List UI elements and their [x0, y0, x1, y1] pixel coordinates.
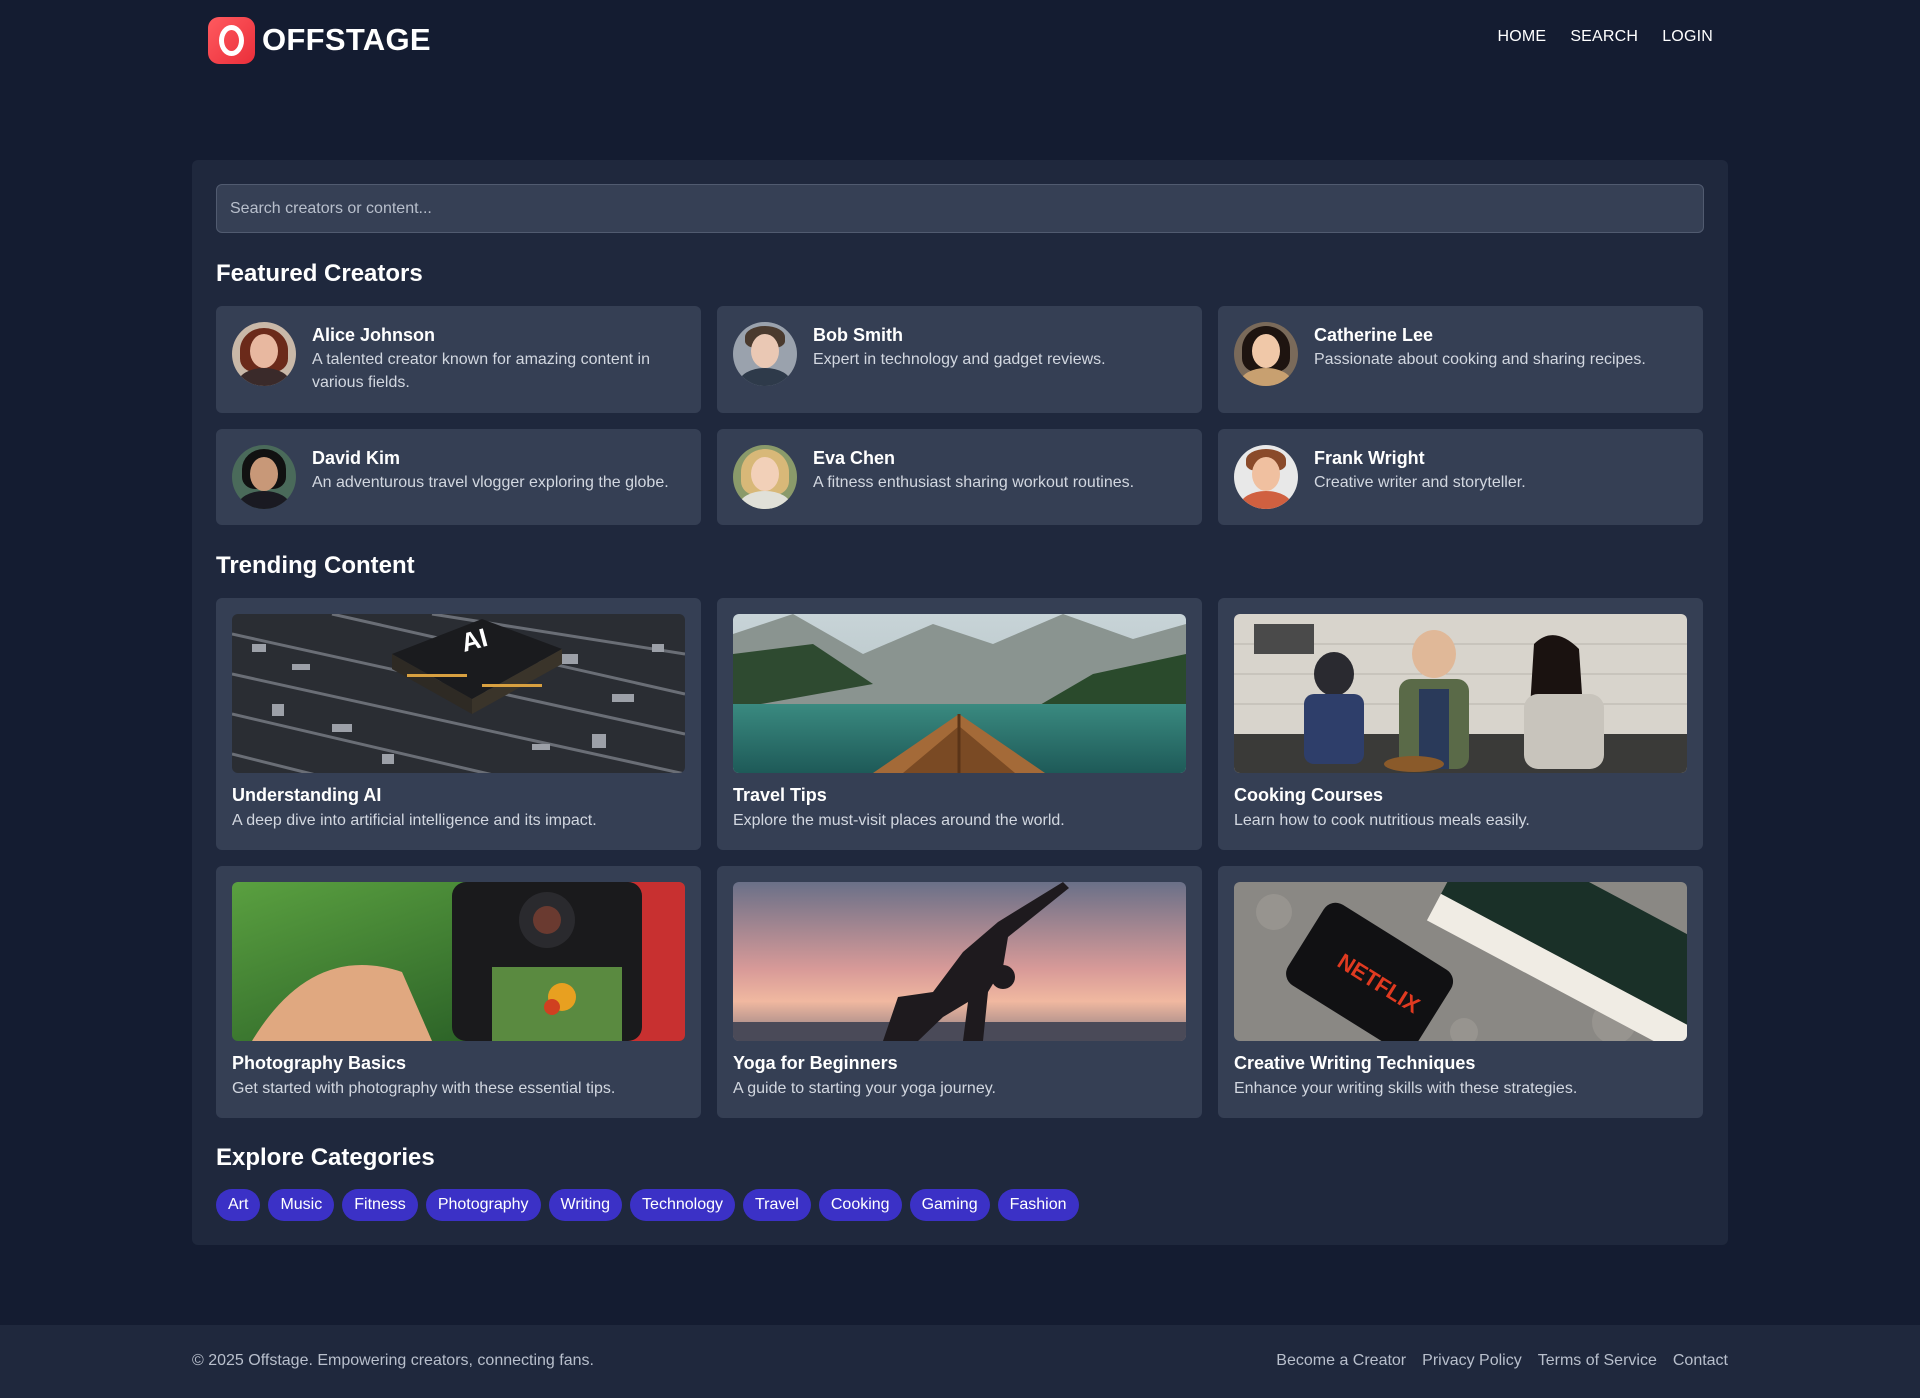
creator-bio: Expert in technology and gadget reviews. [813, 351, 1106, 368]
category-tag-fitness[interactable]: Fitness [342, 1189, 418, 1221]
nav-home[interactable]: HOME [1498, 28, 1547, 46]
creator-card[interactable]: Catherine Lee Passionate about cooking a… [1218, 306, 1703, 413]
content-desc: Enhance your writing skills with these s… [1234, 1080, 1578, 1097]
footer-link-privacy[interactable]: Privacy Policy [1422, 1352, 1522, 1370]
creator-bio: A fitness enthusiast sharing workout rou… [813, 474, 1135, 491]
avatar [1234, 322, 1298, 386]
content-card[interactable]: AI Understanding AI A deep dive into art… [216, 598, 701, 850]
avatar [733, 322, 797, 386]
logo-mark-icon [208, 16, 255, 64]
creator-name[interactable]: David Kim [312, 448, 685, 469]
creator-name[interactable]: Bob Smith [813, 325, 1186, 346]
category-tag-technology[interactable]: Technology [630, 1189, 735, 1221]
content-desc: A guide to starting your yoga journey. [733, 1080, 996, 1097]
creator-bio: Passionate about cooking and sharing rec… [1314, 351, 1646, 368]
avatar [733, 445, 797, 509]
creator-card[interactable]: David Kim An adventurous travel vlogger … [216, 429, 701, 525]
footer-links: Become a Creator Privacy Policy Terms of… [1276, 1352, 1728, 1370]
avatar [1234, 445, 1298, 509]
nav-login[interactable]: LOGIN [1662, 28, 1713, 46]
content-title[interactable]: Photography Basics [232, 1053, 685, 1074]
site-footer: © 2025 Offstage. Empowering creators, co… [0, 1325, 1920, 1398]
creator-card[interactable]: Alice Johnson A talented creator known f… [216, 306, 701, 413]
content-card[interactable]: Cooking Courses Learn how to cook nutrit… [1218, 598, 1703, 850]
content-desc: A deep dive into artificial intelligence… [232, 812, 597, 829]
content-card[interactable]: Photography Basics Get started with phot… [216, 866, 701, 1118]
content-title[interactable]: Creative Writing Techniques [1234, 1053, 1687, 1074]
category-tag-music[interactable]: Music [268, 1189, 335, 1221]
copyright-text: © 2025 Offstage. Empowering creators, co… [192, 1352, 594, 1369]
creator-card[interactable]: Eva Chen A fitness enthusiast sharing wo… [717, 429, 1202, 525]
avatar [232, 322, 296, 386]
category-tag-travel[interactable]: Travel [743, 1189, 811, 1221]
creator-card[interactable]: Bob Smith Expert in technology and gadge… [717, 306, 1202, 413]
avatar [232, 445, 296, 509]
creator-card[interactable]: Frank Wright Creative writer and storyte… [1218, 429, 1703, 525]
featured-creators-heading: Featured Creators [216, 260, 423, 287]
content-card[interactable]: Travel Tips Explore the must-visit place… [717, 598, 1202, 850]
site-header: OFFSTAGE HOME SEARCH LOGIN [0, 0, 1920, 80]
content-thumbnail[interactable]: NETFLIX [1234, 882, 1687, 1041]
brand-name: OFFSTAGE [262, 22, 431, 57]
main-nav: HOME SEARCH LOGIN [1498, 28, 1714, 46]
content-title[interactable]: Cooking Courses [1234, 785, 1687, 806]
creator-name[interactable]: Eva Chen [813, 448, 1186, 469]
search-input[interactable] [216, 184, 1704, 233]
content-thumbnail[interactable] [733, 614, 1186, 773]
category-tags: Art Music Fitness Photography Writing Te… [216, 1189, 1079, 1221]
content-title[interactable]: Travel Tips [733, 785, 1186, 806]
brand-logo[interactable]: OFFSTAGE [208, 16, 431, 64]
creator-name[interactable]: Catherine Lee [1314, 325, 1687, 346]
explore-categories-heading: Explore Categories [216, 1144, 435, 1171]
footer-link-contact[interactable]: Contact [1673, 1352, 1728, 1370]
category-tag-cooking[interactable]: Cooking [818, 1189, 902, 1221]
category-tag-art[interactable]: Art [216, 1189, 261, 1221]
content-desc: Explore the must-visit places around the… [733, 812, 1065, 829]
creator-name[interactable]: Frank Wright [1314, 448, 1687, 469]
category-tag-fashion[interactable]: Fashion [997, 1189, 1079, 1221]
content-card[interactable]: NETFLIX Creative Writing Techniques Enha… [1218, 866, 1703, 1118]
creators-grid: Alice Johnson A talented creator known f… [216, 306, 1704, 525]
content-card[interactable]: Yoga for Beginners A guide to starting y… [717, 866, 1202, 1118]
creator-bio: Creative writer and storyteller. [1314, 474, 1526, 491]
creator-bio: A talented creator known for amazing con… [312, 351, 650, 391]
category-tag-gaming[interactable]: Gaming [909, 1189, 990, 1221]
content-thumbnail[interactable] [232, 882, 685, 1041]
category-tag-writing[interactable]: Writing [548, 1189, 623, 1221]
content-thumbnail[interactable] [733, 882, 1186, 1041]
creator-name[interactable]: Alice Johnson [312, 325, 685, 346]
content-thumbnail[interactable] [1234, 614, 1687, 773]
content-thumbnail[interactable]: AI [232, 614, 685, 773]
footer-link-terms[interactable]: Terms of Service [1538, 1352, 1657, 1370]
footer-link-become-creator[interactable]: Become a Creator [1276, 1352, 1406, 1370]
content-desc: Get started with photography with these … [232, 1080, 616, 1097]
nav-search[interactable]: SEARCH [1570, 28, 1638, 46]
creator-bio: An adventurous travel vlogger exploring … [312, 474, 669, 491]
content-title[interactable]: Understanding AI [232, 785, 685, 806]
content-desc: Learn how to cook nutritious meals easil… [1234, 812, 1530, 829]
content-grid: AI Understanding AI A deep dive into art… [216, 598, 1704, 1118]
category-tag-photography[interactable]: Photography [425, 1189, 541, 1221]
main-panel: Featured Creators Alice Johnson A talent… [192, 160, 1728, 1245]
trending-content-heading: Trending Content [216, 552, 415, 579]
content-title[interactable]: Yoga for Beginners [733, 1053, 1186, 1074]
